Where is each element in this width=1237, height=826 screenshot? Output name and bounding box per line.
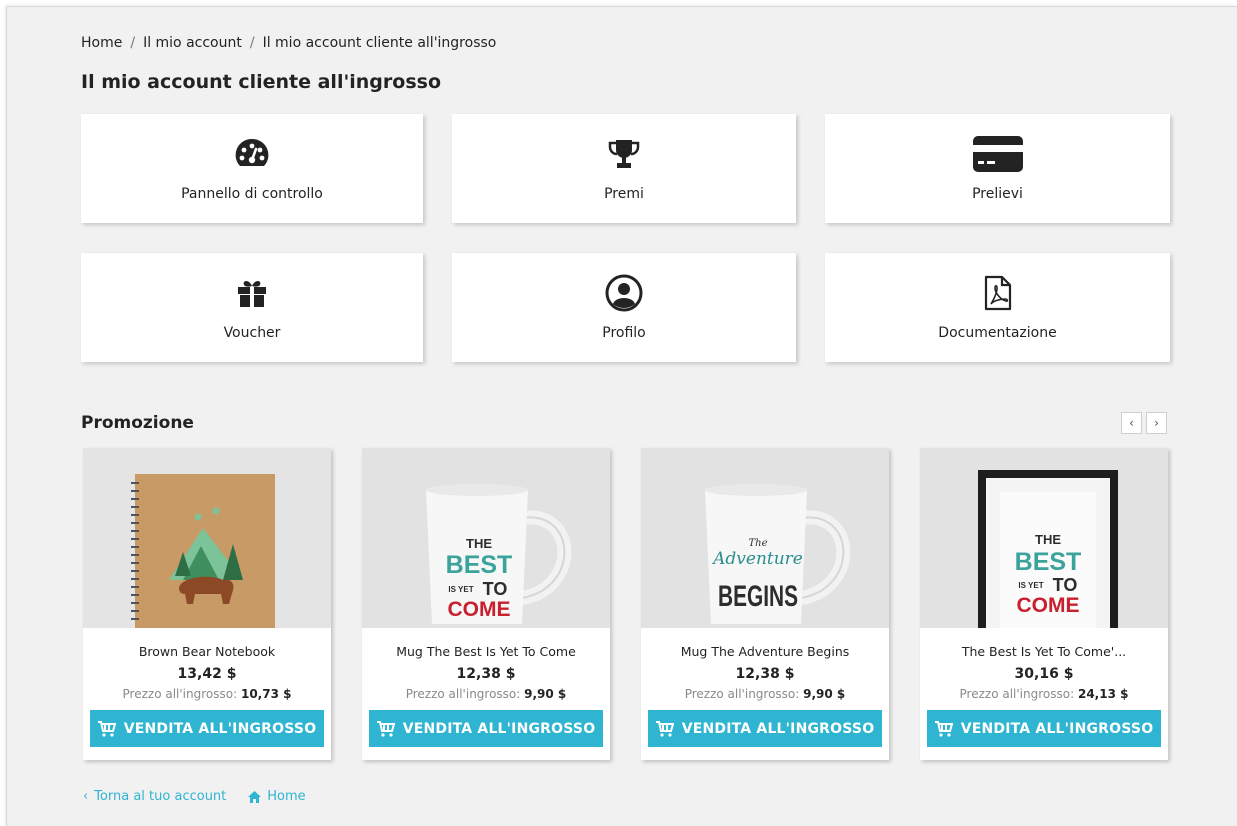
home-link[interactable]: Home — [248, 789, 306, 804]
product-name[interactable]: Mug The Adventure Begins — [681, 644, 850, 659]
product-price: 30,16 $ — [1014, 666, 1074, 682]
home-icon — [248, 790, 262, 803]
wholesale-button-label: VENDITA ALL'INGROSSO — [402, 720, 596, 737]
pdf-file-icon — [984, 275, 1012, 311]
breadcrumb: Home / Il mio account / Il mio account c… — [81, 35, 496, 51]
product-card: THE BEST IS YET TO COME Mug The Best Is … — [362, 448, 610, 760]
product-card: The Adventure BEGINS Mug The Adventure B… — [641, 448, 889, 760]
footer-links: ‹ Torna al tuo account Home — [83, 789, 306, 804]
wholesale-price-label: Prezzo all'ingrosso: — [122, 687, 238, 701]
product-image[interactable] — [83, 448, 331, 628]
wholesale-price: Prezzo all'ingrosso: 9,90 $ — [685, 687, 846, 701]
wholesale-price: Prezzo all'ingrosso: 24,13 $ — [960, 687, 1129, 701]
product-image[interactable]: THE BEST IS YET TO COME — [362, 448, 610, 628]
tile-label: Profilo — [602, 325, 646, 341]
poster-text-best: BEST — [1015, 548, 1082, 576]
carousel-arrows: ‹ › — [1121, 412, 1167, 434]
product-card: Brown Bear Notebook 13,42 $ Prezzo all'i… — [83, 448, 331, 760]
breadcrumb-my-account[interactable]: Il mio account — [143, 35, 242, 51]
tile-withdrawals[interactable]: Prelievi — [825, 114, 1170, 223]
product-name[interactable]: Mug The Best Is Yet To Come — [396, 644, 576, 659]
breadcrumb-separator: / — [249, 35, 255, 51]
wholesale-price: Prezzo all'ingrosso: 9,90 $ — [406, 687, 567, 701]
page-frame: Home / Il mio account / Il mio account c… — [6, 6, 1237, 826]
gift-icon — [237, 275, 267, 311]
wholesale-button[interactable]: VENDITA ALL'INGROSSO — [90, 710, 324, 747]
wholesale-button-label: VENDITA ALL'INGROSSO — [681, 720, 875, 737]
user-circle-icon — [605, 274, 643, 312]
product-image[interactable]: The Adventure BEGINS — [641, 448, 889, 628]
carousel-next-button[interactable]: › — [1146, 412, 1167, 434]
tile-profile[interactable]: Profilo — [452, 253, 796, 362]
breadcrumb-current: Il mio account cliente all'ingrosso — [262, 35, 497, 51]
mug-text-begins: BEGINS — [718, 580, 798, 613]
tile-voucher[interactable]: Voucher — [81, 253, 423, 362]
wholesale-price-label: Prezzo all'ingrosso: — [684, 687, 800, 701]
mug-text-is-yet: IS YET — [448, 585, 473, 594]
product-card: THE BEST IS YET TO COME The Best Is Yet … — [920, 448, 1168, 760]
product-image[interactable]: THE BEST IS YET TO COME — [920, 448, 1168, 628]
wholesale-price-value: 9,90 $ — [524, 687, 567, 701]
mug-text-the: THE — [466, 536, 492, 551]
tile-label: Voucher — [223, 325, 281, 341]
promotion-title: Promozione — [81, 413, 194, 433]
cart-icon — [97, 720, 116, 737]
home-link-label: Home — [267, 789, 306, 804]
product-name[interactable]: The Best Is Yet To Come'... — [962, 644, 1126, 659]
carousel-prev-button[interactable]: ‹ — [1121, 412, 1142, 434]
breadcrumb-home[interactable]: Home — [81, 35, 122, 51]
tile-label: Prelievi — [972, 186, 1023, 202]
account-tiles: Pannello di controllo Premi Prelievi Vou… — [81, 114, 1170, 362]
tile-dashboard[interactable]: Pannello di controllo — [81, 114, 423, 223]
wholesale-button[interactable]: VENDITA ALL'INGROSSO — [369, 710, 603, 747]
page-title: Il mio account cliente all'ingrosso — [81, 71, 442, 93]
wholesale-button-label: VENDITA ALL'INGROSSO — [960, 720, 1154, 737]
wholesale-button-label: VENDITA ALL'INGROSSO — [123, 720, 317, 737]
back-to-account-link[interactable]: ‹ Torna al tuo account — [83, 789, 226, 804]
product-price: 12,38 $ — [456, 666, 516, 682]
tile-label: Documentazione — [938, 325, 1057, 341]
product-price: 12,38 $ — [735, 666, 795, 682]
poster-text-is-yet: IS YET — [1018, 581, 1043, 590]
cart-icon — [376, 720, 395, 737]
mug-text-the: The — [748, 538, 767, 549]
poster-text-come: COME — [1017, 594, 1080, 617]
cart-icon — [655, 720, 674, 737]
tile-documentation[interactable]: Documentazione — [825, 253, 1170, 362]
wholesale-price-label: Prezzo all'ingrosso: — [959, 687, 1075, 701]
poster-text-the: THE — [1035, 532, 1061, 547]
wholesale-price-value: 24,13 $ — [1077, 687, 1129, 701]
wholesale-button[interactable]: VENDITA ALL'INGROSSO — [648, 710, 882, 747]
chevron-left-icon: ‹ — [83, 789, 89, 804]
tile-label: Pannello di controllo — [181, 186, 323, 202]
mug-text-best: BEST — [446, 551, 513, 579]
trophy-icon — [607, 136, 641, 172]
mug-text-come: COME — [448, 598, 511, 621]
back-to-account-label: Torna al tuo account — [94, 789, 227, 804]
mug-text-to: TO — [483, 579, 508, 599]
mug-text-adventure: Adventure — [711, 549, 803, 569]
wholesale-price-value: 10,73 $ — [240, 687, 292, 701]
cart-icon — [934, 720, 953, 737]
wholesale-price-label: Prezzo all'ingrosso: — [405, 687, 521, 701]
wholesale-price: Prezzo all'ingrosso: 10,73 $ — [123, 687, 292, 701]
breadcrumb-separator: / — [130, 35, 136, 51]
product-list: Brown Bear Notebook 13,42 $ Prezzo all'i… — [83, 448, 1171, 760]
product-price: 13,42 $ — [177, 666, 237, 682]
tile-rewards[interactable]: Premi — [452, 114, 796, 223]
wholesale-price-value: 9,90 $ — [803, 687, 846, 701]
dashboard-icon — [234, 136, 270, 172]
credit-card-icon — [972, 136, 1023, 172]
poster-text-to: TO — [1053, 575, 1078, 595]
tile-label: Premi — [604, 186, 644, 202]
product-name[interactable]: Brown Bear Notebook — [139, 644, 275, 659]
wholesale-button[interactable]: VENDITA ALL'INGROSSO — [927, 710, 1161, 747]
